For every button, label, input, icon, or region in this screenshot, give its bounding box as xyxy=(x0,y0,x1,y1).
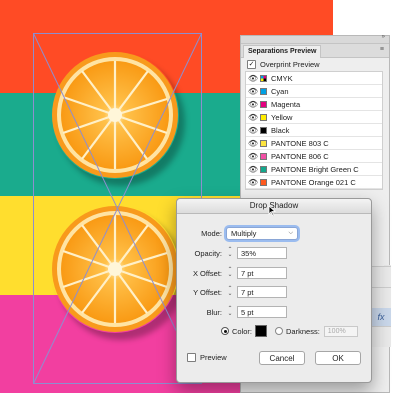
strip-cell[interactable] xyxy=(371,326,391,347)
separation-row-pantone-806[interactable]: 👁 PANTONE 806 C xyxy=(246,150,382,163)
yoffset-label: Y Offset: xyxy=(193,287,222,297)
separation-name: PANTONE Bright Green C xyxy=(271,164,359,174)
mode-select[interactable]: Multiply ⌵ xyxy=(226,227,298,240)
blur-label: Blur: xyxy=(206,307,222,317)
strip-cell[interactable] xyxy=(371,266,391,287)
preview-row[interactable]: Preview xyxy=(187,353,227,362)
separation-row-cyan[interactable]: 👁 Cyan xyxy=(246,85,382,98)
preview-label: Preview xyxy=(200,353,227,362)
opacity-label: Opacity: xyxy=(194,248,222,258)
cancel-button[interactable]: Cancel xyxy=(259,351,305,365)
separation-name: PANTONE Orange 021 C xyxy=(271,177,356,187)
eye-icon[interactable]: 👁 xyxy=(246,100,260,109)
panel-title-bar[interactable]: » xyxy=(241,34,389,44)
separation-row-black[interactable]: 👁 Black xyxy=(246,124,382,137)
panel-tab-row: Separations Preview ≡ xyxy=(241,44,389,58)
mode-label: Mode: xyxy=(201,229,222,238)
pantone-bright-green-swatch xyxy=(260,165,267,173)
strip-cell[interactable] xyxy=(371,287,391,308)
overprint-preview-row[interactable]: ✓ Overprint Preview xyxy=(241,58,389,71)
eye-icon[interactable]: 👁 xyxy=(246,178,260,187)
fx-effects-icon[interactable]: fx xyxy=(371,308,391,326)
eye-icon[interactable]: 👁 xyxy=(246,126,260,135)
shadow-color-swatch[interactable] xyxy=(255,325,268,337)
cyan-swatch xyxy=(260,87,267,95)
chevron-down-icon: ⌵ xyxy=(288,230,293,236)
separation-name: Black xyxy=(271,125,290,135)
black-swatch xyxy=(260,126,267,134)
color-radio[interactable] xyxy=(221,327,229,335)
xoffset-label: X Offset: xyxy=(192,268,222,278)
mode-row: Mode: Multiply ⌵ xyxy=(181,227,298,240)
pantone-803-swatch xyxy=(260,139,267,147)
separation-name: Cyan xyxy=(271,86,289,96)
separation-row-pantone-orange-021[interactable]: 👁 PANTONE Orange 021 C xyxy=(246,176,382,189)
collapse-panel-icon[interactable]: » xyxy=(382,34,385,40)
separation-name: Magenta xyxy=(271,99,301,109)
pantone-orange-021-swatch xyxy=(260,178,267,186)
magenta-swatch xyxy=(260,100,267,108)
blur-row: Blur: ⌃ ⌄ 5 pt xyxy=(181,306,287,318)
darkness-label: Darkness: xyxy=(286,326,320,336)
separation-name: Yellow xyxy=(271,112,293,122)
separation-row-pantone-803[interactable]: 👁 PANTONE 803 C xyxy=(246,137,382,150)
yoffset-row: Y Offset: ⌃ ⌄ 7 pt xyxy=(181,286,287,298)
mode-value: Multiply xyxy=(231,229,257,238)
color-darkness-row: Color: Darkness: 100% xyxy=(221,325,358,337)
drop-shadow-dialog: Drop Shadow Mode: Multiply ⌵ Opacity: ⌃ ⌄… xyxy=(176,198,372,383)
separation-row-pantone-bright-green[interactable]: 👁 PANTONE Bright Green C xyxy=(246,163,382,176)
darkness-input[interactable]: 100% xyxy=(323,325,358,337)
eye-icon[interactable]: 👁 xyxy=(246,165,260,174)
panel-menu-icon[interactable]: ≡ xyxy=(380,46,384,53)
xoffset-stepper-icon[interactable]: ⌃ ⌄ xyxy=(226,267,234,278)
cmyk-swatch-icon xyxy=(260,74,267,82)
appearance-panel-strip: fx xyxy=(371,266,391,386)
overprint-preview-checkbox[interactable]: ✓ xyxy=(247,60,256,69)
separation-row-magenta[interactable]: 👁 Magenta xyxy=(246,98,382,111)
darkness-radio[interactable] xyxy=(275,327,284,335)
preview-checkbox[interactable] xyxy=(187,353,196,362)
yoffset-stepper-icon[interactable]: ⌃ ⌄ xyxy=(226,286,234,297)
separation-row-cmyk[interactable]: 👁 CMYK xyxy=(246,72,382,85)
separation-row-yellow[interactable]: 👁 Yellow xyxy=(246,111,382,124)
tab-separations-preview[interactable]: Separations Preview xyxy=(243,45,322,58)
eye-icon[interactable]: 👁 xyxy=(246,113,260,122)
separation-name: CMYK xyxy=(271,73,293,83)
separations-list: 👁 CMYK 👁 Cyan 👁 Magenta 👁 Yellow 👁 Black… xyxy=(245,71,383,190)
yellow-swatch xyxy=(260,113,267,121)
eye-icon[interactable]: 👁 xyxy=(246,74,260,83)
eye-icon[interactable]: 👁 xyxy=(246,152,260,161)
overprint-preview-label: Overprint Preview xyxy=(260,60,320,69)
blur-stepper-icon[interactable]: ⌃ ⌄ xyxy=(226,306,234,317)
separation-name: PANTONE 806 C xyxy=(271,151,329,161)
opacity-input[interactable]: 35% xyxy=(237,247,287,259)
yoffset-input[interactable]: 7 pt xyxy=(237,286,287,298)
eye-icon[interactable]: 👁 xyxy=(246,139,260,148)
xoffset-row: X Offset: ⌃ ⌄ 7 pt xyxy=(181,267,287,279)
separation-name: PANTONE 803 C xyxy=(271,138,329,148)
eye-icon[interactable]: 👁 xyxy=(246,87,260,96)
ok-button[interactable]: OK xyxy=(315,351,361,365)
mouse-pointer-icon xyxy=(268,206,277,216)
blur-input[interactable]: 5 pt xyxy=(237,306,287,318)
opacity-row: Opacity: ⌃ ⌄ 35% xyxy=(181,247,287,259)
xoffset-input[interactable]: 7 pt xyxy=(237,267,287,279)
pantone-806-swatch xyxy=(260,152,267,160)
color-label: Color: xyxy=(232,326,253,336)
opacity-stepper-icon[interactable]: ⌃ ⌄ xyxy=(226,247,234,258)
